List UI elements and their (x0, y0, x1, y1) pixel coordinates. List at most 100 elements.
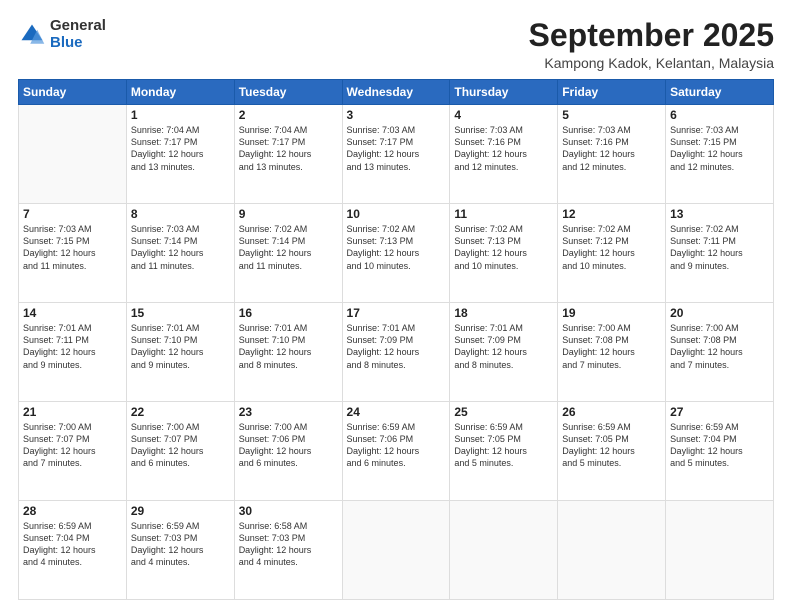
day-number: 2 (239, 108, 338, 122)
day-info: Sunrise: 7:01 AM Sunset: 7:10 PM Dayligh… (131, 322, 230, 371)
col-saturday: Saturday (666, 80, 774, 105)
calendar-week-row: 1 Sunrise: 7:04 AM Sunset: 7:17 PM Daylig… (19, 105, 774, 204)
day-number: 18 (454, 306, 553, 320)
day-number: 4 (454, 108, 553, 122)
day-info: Sunrise: 7:03 AM Sunset: 7:14 PM Dayligh… (131, 223, 230, 272)
day-info: Sunrise: 6:59 AM Sunset: 7:05 PM Dayligh… (562, 421, 661, 470)
day-info: Sunrise: 7:02 AM Sunset: 7:11 PM Dayligh… (670, 223, 769, 272)
calendar-cell (450, 501, 558, 600)
page: General Blue September 2025 Kampong Kado… (0, 0, 792, 612)
calendar-cell: 1 Sunrise: 7:04 AM Sunset: 7:17 PM Daylig… (126, 105, 234, 204)
day-info: Sunrise: 7:00 AM Sunset: 7:08 PM Dayligh… (562, 322, 661, 371)
col-friday: Friday (558, 80, 666, 105)
location-subtitle: Kampong Kadok, Kelantan, Malaysia (529, 55, 774, 71)
day-info: Sunrise: 7:00 AM Sunset: 7:06 PM Dayligh… (239, 421, 338, 470)
day-info: Sunrise: 6:59 AM Sunset: 7:06 PM Dayligh… (347, 421, 446, 470)
day-number: 16 (239, 306, 338, 320)
calendar-table: Sunday Monday Tuesday Wednesday Thursday… (18, 79, 774, 600)
day-info: Sunrise: 7:03 AM Sunset: 7:15 PM Dayligh… (23, 223, 122, 272)
day-info: Sunrise: 7:01 AM Sunset: 7:11 PM Dayligh… (23, 322, 122, 371)
calendar-cell: 7 Sunrise: 7:03 AM Sunset: 7:15 PM Daylig… (19, 204, 127, 303)
day-number: 10 (347, 207, 446, 221)
day-number: 15 (131, 306, 230, 320)
day-number: 9 (239, 207, 338, 221)
calendar-cell: 22Sunrise: 7:00 AM Sunset: 7:07 PM Dayli… (126, 402, 234, 501)
day-number: 28 (23, 504, 122, 518)
day-number: 3 (347, 108, 446, 122)
day-number: 22 (131, 405, 230, 419)
day-number: 14 (23, 306, 122, 320)
day-number: 19 (562, 306, 661, 320)
calendar-cell: 14 Sunrise: 7:01 AM Sunset: 7:11 PM Dayli… (19, 303, 127, 402)
day-number: 24 (347, 405, 446, 419)
calendar-cell: 23 Sunrise: 7:00 AM Sunset: 7:06 PM Dayli… (234, 402, 342, 501)
day-info: Sunrise: 7:03 AM Sunset: 7:16 PM Dayligh… (562, 124, 661, 173)
day-number: 5 (562, 108, 661, 122)
calendar-cell: 3Sunrise: 7:03 AM Sunset: 7:17 PM Daylig… (342, 105, 450, 204)
calendar-cell (342, 501, 450, 600)
calendar-cell: 5 Sunrise: 7:03 AM Sunset: 7:16 PM Daylig… (558, 105, 666, 204)
day-info: Sunrise: 6:59 AM Sunset: 7:05 PM Dayligh… (454, 421, 553, 470)
calendar-cell: 2 Sunrise: 7:04 AM Sunset: 7:17 PM Daylig… (234, 105, 342, 204)
header: General Blue September 2025 Kampong Kado… (18, 18, 774, 71)
calendar-cell: 21 Sunrise: 7:00 AM Sunset: 7:07 PM Dayli… (19, 402, 127, 501)
calendar-cell: 18Sunrise: 7:01 AM Sunset: 7:09 PM Dayli… (450, 303, 558, 402)
day-info: Sunrise: 7:03 AM Sunset: 7:15 PM Dayligh… (670, 124, 769, 173)
day-info: Sunrise: 7:04 AM Sunset: 7:17 PM Dayligh… (239, 124, 338, 173)
calendar-cell: 12 Sunrise: 7:02 AM Sunset: 7:12 PM Dayli… (558, 204, 666, 303)
col-wednesday: Wednesday (342, 80, 450, 105)
day-info: Sunrise: 7:02 AM Sunset: 7:13 PM Dayligh… (347, 223, 446, 272)
calendar-cell: 29Sunrise: 6:59 AM Sunset: 7:03 PM Dayli… (126, 501, 234, 600)
calendar-cell: 17 Sunrise: 7:01 AM Sunset: 7:09 PM Dayli… (342, 303, 450, 402)
title-block: September 2025 Kampong Kadok, Kelantan, … (529, 18, 774, 71)
calendar-cell: 28 Sunrise: 6:59 AM Sunset: 7:04 PM Dayli… (19, 501, 127, 600)
day-info: Sunrise: 7:00 AM Sunset: 7:07 PM Dayligh… (23, 421, 122, 470)
calendar-cell: 4 Sunrise: 7:03 AM Sunset: 7:16 PM Daylig… (450, 105, 558, 204)
calendar-cell: 13 Sunrise: 7:02 AM Sunset: 7:11 PM Dayli… (666, 204, 774, 303)
calendar-week-row: 14 Sunrise: 7:01 AM Sunset: 7:11 PM Dayli… (19, 303, 774, 402)
day-info: Sunrise: 6:59 AM Sunset: 7:04 PM Dayligh… (23, 520, 122, 569)
day-number: 17 (347, 306, 446, 320)
calendar-cell: 16 Sunrise: 7:01 AM Sunset: 7:10 PM Dayli… (234, 303, 342, 402)
logo-icon (18, 21, 46, 49)
day-number: 11 (454, 207, 553, 221)
calendar-cell: 15 Sunrise: 7:01 AM Sunset: 7:10 PM Dayli… (126, 303, 234, 402)
month-title: September 2025 (529, 18, 774, 53)
col-monday: Monday (126, 80, 234, 105)
calendar-cell: 6 Sunrise: 7:03 AM Sunset: 7:15 PM Daylig… (666, 105, 774, 204)
day-info: Sunrise: 7:04 AM Sunset: 7:17 PM Dayligh… (131, 124, 230, 173)
day-info: Sunrise: 7:02 AM Sunset: 7:12 PM Dayligh… (562, 223, 661, 272)
day-number: 7 (23, 207, 122, 221)
day-number: 13 (670, 207, 769, 221)
calendar-cell: 8Sunrise: 7:03 AM Sunset: 7:14 PM Daylig… (126, 204, 234, 303)
calendar-cell: 30 Sunrise: 6:58 AM Sunset: 7:03 PM Dayli… (234, 501, 342, 600)
day-info: Sunrise: 7:01 AM Sunset: 7:09 PM Dayligh… (347, 322, 446, 371)
calendar-week-row: 28 Sunrise: 6:59 AM Sunset: 7:04 PM Dayli… (19, 501, 774, 600)
day-info: Sunrise: 6:59 AM Sunset: 7:03 PM Dayligh… (131, 520, 230, 569)
calendar-header-row: Sunday Monday Tuesday Wednesday Thursday… (19, 80, 774, 105)
day-number: 23 (239, 405, 338, 419)
calendar-cell: 11 Sunrise: 7:02 AM Sunset: 7:13 PM Dayli… (450, 204, 558, 303)
day-info: Sunrise: 6:58 AM Sunset: 7:03 PM Dayligh… (239, 520, 338, 569)
day-number: 1 (131, 108, 230, 122)
day-info: Sunrise: 7:02 AM Sunset: 7:13 PM Dayligh… (454, 223, 553, 272)
calendar-cell: 26 Sunrise: 6:59 AM Sunset: 7:05 PM Dayli… (558, 402, 666, 501)
day-number: 12 (562, 207, 661, 221)
day-info: Sunrise: 7:00 AM Sunset: 7:08 PM Dayligh… (670, 322, 769, 371)
day-info: Sunrise: 6:59 AM Sunset: 7:04 PM Dayligh… (670, 421, 769, 470)
day-info: Sunrise: 7:03 AM Sunset: 7:16 PM Dayligh… (454, 124, 553, 173)
calendar-week-row: 21 Sunrise: 7:00 AM Sunset: 7:07 PM Dayli… (19, 402, 774, 501)
col-tuesday: Tuesday (234, 80, 342, 105)
day-info: Sunrise: 7:02 AM Sunset: 7:14 PM Dayligh… (239, 223, 338, 272)
calendar-cell (19, 105, 127, 204)
day-number: 6 (670, 108, 769, 122)
day-number: 21 (23, 405, 122, 419)
day-number: 27 (670, 405, 769, 419)
day-info: Sunrise: 7:01 AM Sunset: 7:10 PM Dayligh… (239, 322, 338, 371)
logo-blue-text: Blue (50, 35, 106, 52)
day-number: 30 (239, 504, 338, 518)
calendar-cell: 27 Sunrise: 6:59 AM Sunset: 7:04 PM Dayli… (666, 402, 774, 501)
day-number: 25 (454, 405, 553, 419)
day-number: 26 (562, 405, 661, 419)
col-thursday: Thursday (450, 80, 558, 105)
